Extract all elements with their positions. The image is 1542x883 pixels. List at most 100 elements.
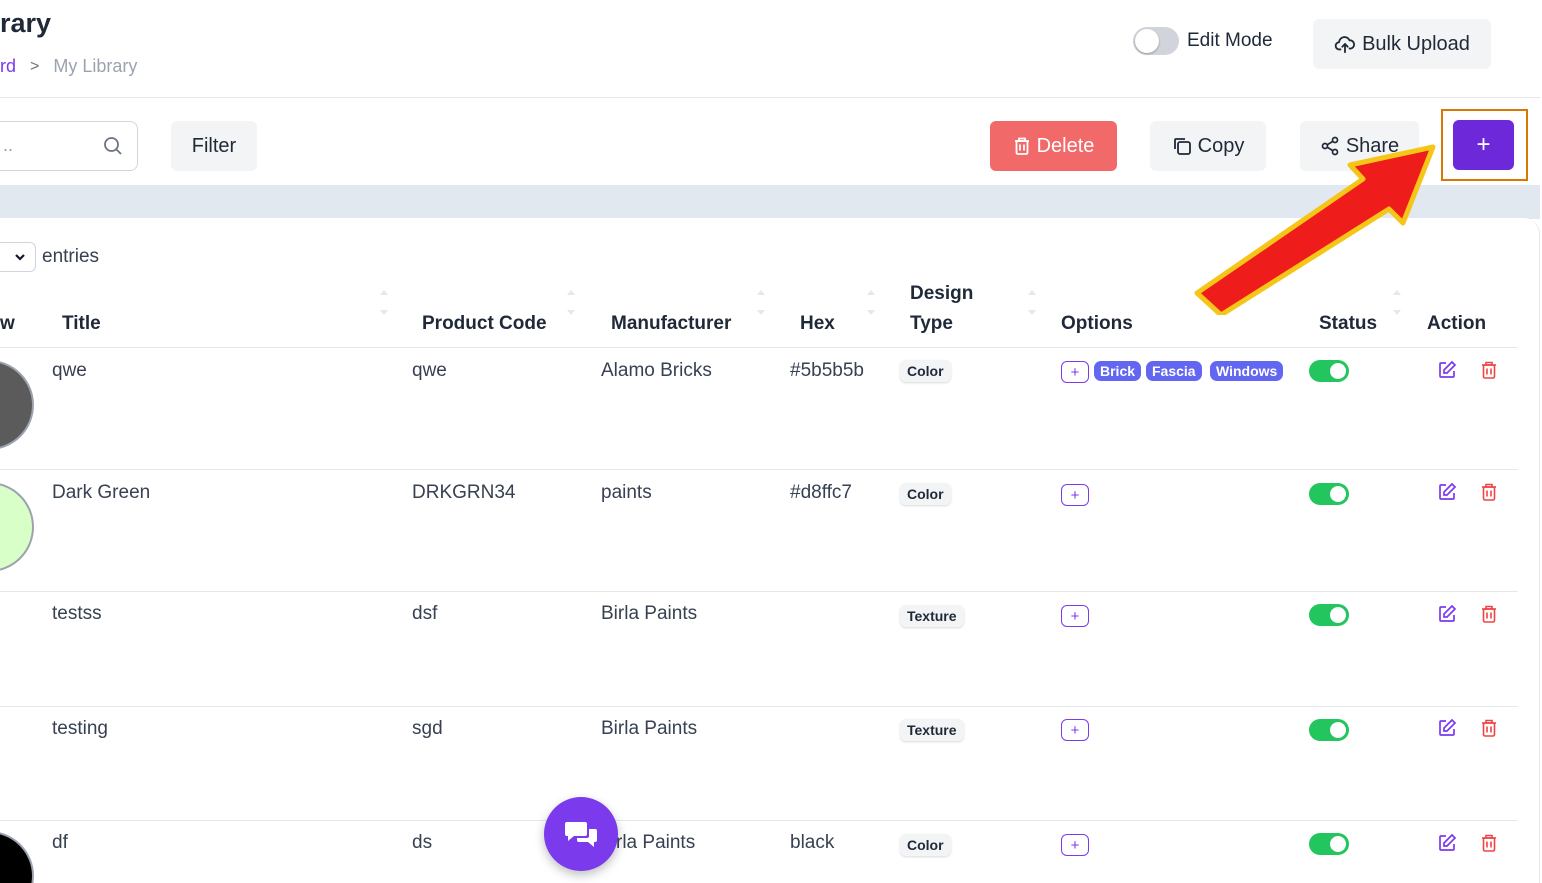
design-type-badge: Color xyxy=(900,483,951,505)
bulk-upload-label: Bulk Upload xyxy=(1362,32,1470,55)
cell-manufacturer: Birla Paints xyxy=(601,718,698,739)
design-type-badge: Texture xyxy=(900,605,964,627)
column-header-manufacturer[interactable]: Manufacturer xyxy=(611,309,731,339)
add-option-button[interactable]: + xyxy=(1061,605,1089,627)
cell-title: df xyxy=(52,832,68,853)
table-row: qwe qwe Alamo Bricks #5b5b5b Color + Bri… xyxy=(0,348,1518,470)
trash-icon[interactable] xyxy=(1479,482,1499,502)
sort-icon[interactable] xyxy=(567,288,575,318)
cell-product-code: qwe xyxy=(412,360,447,381)
status-toggle[interactable] xyxy=(1309,719,1349,741)
share-label: Share xyxy=(1345,134,1400,157)
sort-icon[interactable] xyxy=(1393,288,1401,318)
entries-select[interactable] xyxy=(0,242,36,272)
table-row: Dark Green DRKGRN34 paints #d8ffc7 Color… xyxy=(0,470,1518,592)
edit-icon[interactable] xyxy=(1437,833,1457,853)
status-toggle[interactable] xyxy=(1309,360,1349,382)
chat-button[interactable] xyxy=(544,797,618,871)
cell-title: Dark Green xyxy=(52,482,151,503)
trash-icon[interactable] xyxy=(1479,718,1499,738)
column-header-design-type-line2[interactable]: Type xyxy=(910,309,953,339)
search-placeholder: .. xyxy=(3,135,14,155)
breadcrumb-dashboard-link[interactable]: rd xyxy=(0,56,16,77)
table-row: testss dsf Birla Paints Texture + xyxy=(0,592,1518,707)
add-button[interactable]: + xyxy=(1453,120,1514,170)
chat-icon xyxy=(565,822,597,847)
breadcrumb: rd > My Library xyxy=(0,56,137,77)
search-icon xyxy=(104,137,122,155)
toggle-knob xyxy=(1330,722,1346,738)
toggle-knob xyxy=(1330,363,1346,379)
status-toggle[interactable] xyxy=(1309,604,1349,626)
option-chip: Brick xyxy=(1094,361,1142,381)
table-toolbar: .. Filter Delete Copy Share + xyxy=(0,99,1540,185)
cell-title: testing xyxy=(52,718,108,739)
section-divider-band xyxy=(0,185,1540,219)
add-option-button[interactable]: + xyxy=(1061,484,1089,506)
page-header: rary rd > My Library Edit Mode Bulk Uplo… xyxy=(0,0,1540,98)
column-header-options[interactable]: Options xyxy=(1061,309,1133,339)
option-chip: Windows xyxy=(1210,361,1284,381)
breadcrumb-current: My Library xyxy=(53,56,138,76)
cell-hex: #5b5b5b xyxy=(790,360,864,381)
column-header-title[interactable]: Title xyxy=(62,309,101,339)
sort-icon[interactable] xyxy=(757,288,765,318)
copy-button[interactable]: Copy xyxy=(1150,121,1266,171)
trash-icon[interactable] xyxy=(1479,360,1499,380)
status-toggle[interactable] xyxy=(1309,833,1349,855)
cell-manufacturer: Alamo Bricks xyxy=(601,360,712,381)
copy-icon xyxy=(1173,138,1191,155)
add-option-button[interactable]: + xyxy=(1061,361,1089,383)
chevron-down-icon xyxy=(15,254,25,261)
edit-icon[interactable] xyxy=(1437,482,1457,502)
breadcrumb-separator: > xyxy=(30,57,40,75)
cell-manufacturer: Birla Paints xyxy=(601,603,698,624)
edit-icon[interactable] xyxy=(1437,360,1457,380)
edit-mode-toggle[interactable] xyxy=(1133,27,1179,55)
sort-icon[interactable] xyxy=(867,288,875,318)
cell-manufacturer: paints xyxy=(601,482,652,503)
column-header-status[interactable]: Status xyxy=(1319,309,1377,339)
bulk-upload-button[interactable]: Bulk Upload xyxy=(1313,19,1491,69)
share-button[interactable]: Share xyxy=(1300,121,1419,171)
status-toggle[interactable] xyxy=(1309,483,1349,505)
design-type-badge: Texture xyxy=(900,719,964,741)
column-header-product-code[interactable]: Product Code xyxy=(422,309,547,339)
column-header-hex[interactable]: Hex xyxy=(800,309,835,339)
cell-title: testss xyxy=(52,603,102,624)
toggle-knob xyxy=(1330,486,1346,502)
column-header-preview[interactable]: w xyxy=(0,309,15,339)
color-swatch xyxy=(0,360,34,450)
entries-per-page: entries xyxy=(0,242,99,272)
filter-button[interactable]: Filter xyxy=(171,121,257,171)
design-type-badge: Color xyxy=(900,834,951,856)
share-icon xyxy=(1321,136,1339,156)
cell-manufacturer: rla Paints xyxy=(616,832,696,853)
cell-hex: black xyxy=(790,832,835,853)
edit-mode-label: Edit Mode xyxy=(1187,30,1273,51)
copy-label: Copy xyxy=(1197,134,1245,157)
delete-label: Delete xyxy=(1036,134,1095,157)
sort-icon[interactable] xyxy=(380,288,388,318)
edit-icon[interactable] xyxy=(1437,718,1457,738)
add-option-button[interactable]: + xyxy=(1061,719,1089,741)
color-swatch xyxy=(0,831,34,883)
add-option-button[interactable]: + xyxy=(1061,834,1089,856)
edit-mode-control: Edit Mode xyxy=(1133,27,1273,55)
cell-product-code: DRKGRN34 xyxy=(412,482,516,503)
trash-icon[interactable] xyxy=(1479,833,1499,853)
edit-icon[interactable] xyxy=(1437,604,1457,624)
trash-icon xyxy=(1014,137,1029,155)
toggle-knob xyxy=(1330,607,1346,623)
column-header-action: Action xyxy=(1427,313,1487,334)
column-header-design-type-line1[interactable]: Design xyxy=(910,279,973,309)
search-input[interactable]: .. xyxy=(0,121,138,171)
delete-button[interactable]: Delete xyxy=(990,121,1117,171)
table-row: df ds rla Paints black Color + xyxy=(0,821,1518,883)
page-title: rary xyxy=(0,8,52,38)
entries-label: entries xyxy=(42,246,100,267)
trash-icon[interactable] xyxy=(1479,604,1499,624)
cell-product-code: ds xyxy=(412,832,433,853)
toggle-knob xyxy=(1330,836,1346,852)
sort-icon[interactable] xyxy=(1028,288,1036,318)
